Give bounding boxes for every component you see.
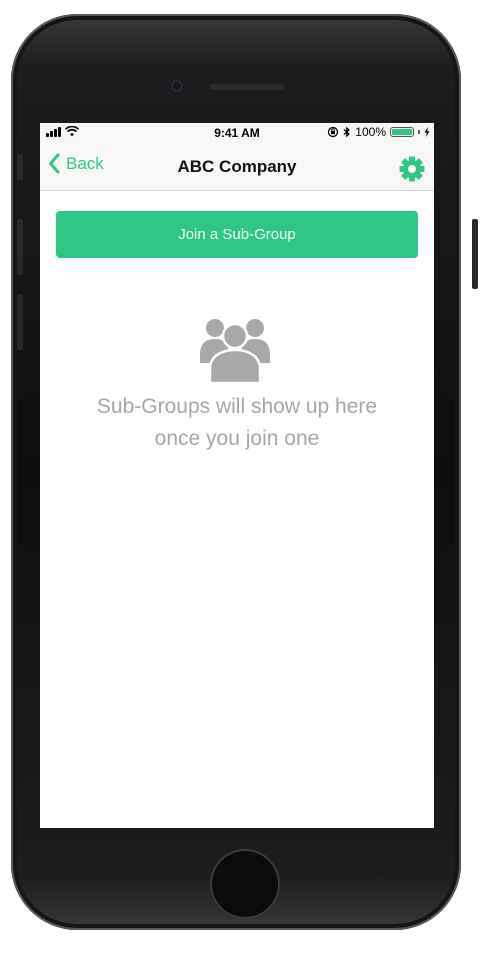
group-users-icon (200, 319, 270, 383)
volume-up-button (17, 219, 23, 275)
empty-state-message: Sub-Groups will show up here once you jo… (40, 391, 434, 455)
front-camera (171, 80, 183, 92)
charging-bolt-icon (424, 127, 430, 137)
battery-fill (392, 129, 412, 135)
status-right: 100% (327, 125, 430, 139)
empty-state-line-1: Sub-Groups will show up here (96, 395, 378, 418)
home-button (210, 849, 280, 919)
status-bar: 9:41 AM 100% (40, 123, 434, 143)
battery-icon (390, 127, 414, 137)
empty-state-line-2: once you join one (154, 427, 320, 450)
gear-icon[interactable] (398, 155, 426, 183)
power-button (472, 219, 478, 289)
mute-switch (17, 154, 23, 180)
rotation-lock-icon (328, 126, 339, 138)
battery-percent: 100% (355, 125, 386, 139)
battery-tip (418, 130, 420, 134)
bluetooth-icon (343, 126, 351, 138)
volume-down-button (17, 294, 23, 350)
page-title: ABC Company (177, 157, 297, 176)
earpiece-speaker (210, 84, 284, 90)
app-screen: 9:41 AM 100% Back ABC Company Join a Sub… (40, 123, 434, 828)
join-sub-group-button[interactable]: Join a Sub-Group (56, 211, 418, 258)
navigation-bar: Back ABC Company (40, 143, 434, 191)
